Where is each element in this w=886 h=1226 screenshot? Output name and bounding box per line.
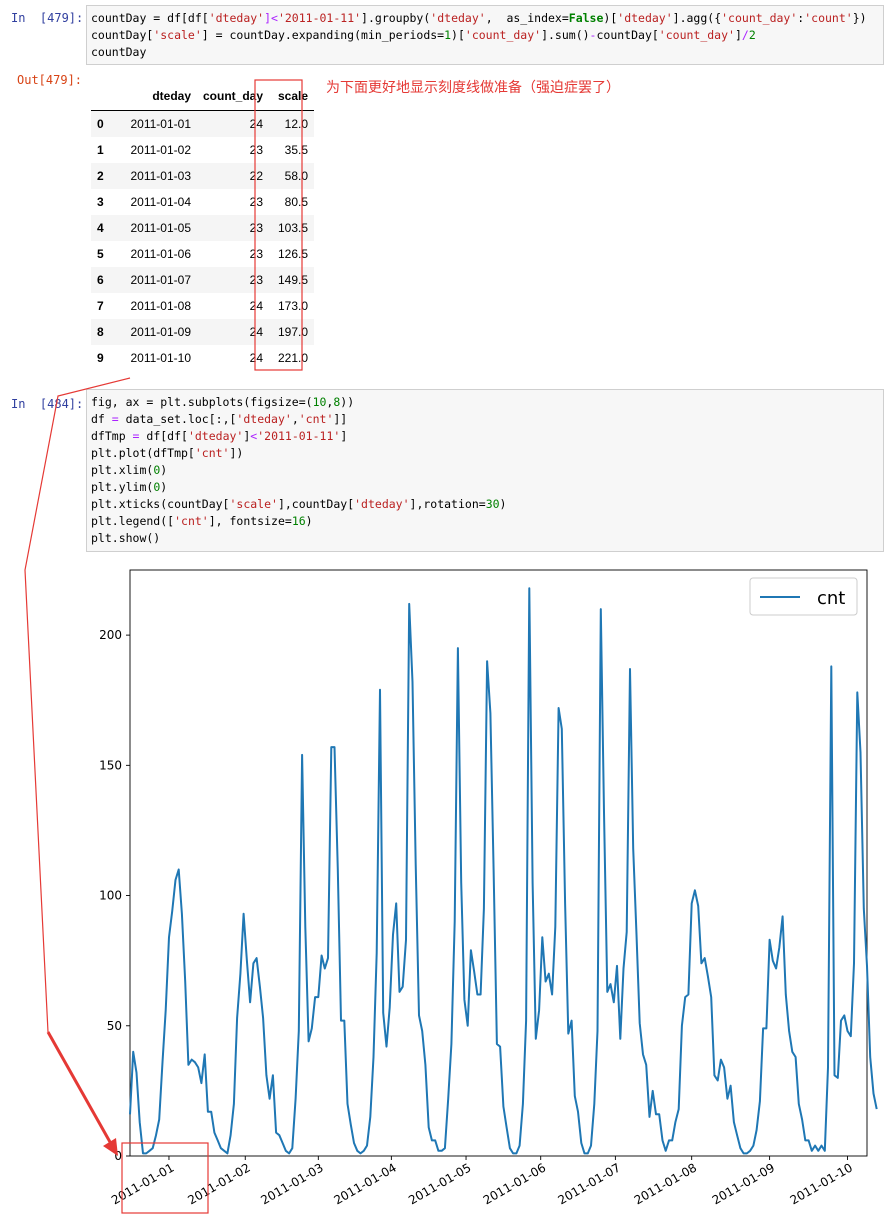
annotation-arrow-line xyxy=(46,1031,112,1143)
scale-column-highlight xyxy=(254,79,303,371)
first-tick-highlight xyxy=(121,1142,209,1214)
annotation-overlay xyxy=(24,79,303,1214)
connector-line xyxy=(24,377,131,1033)
